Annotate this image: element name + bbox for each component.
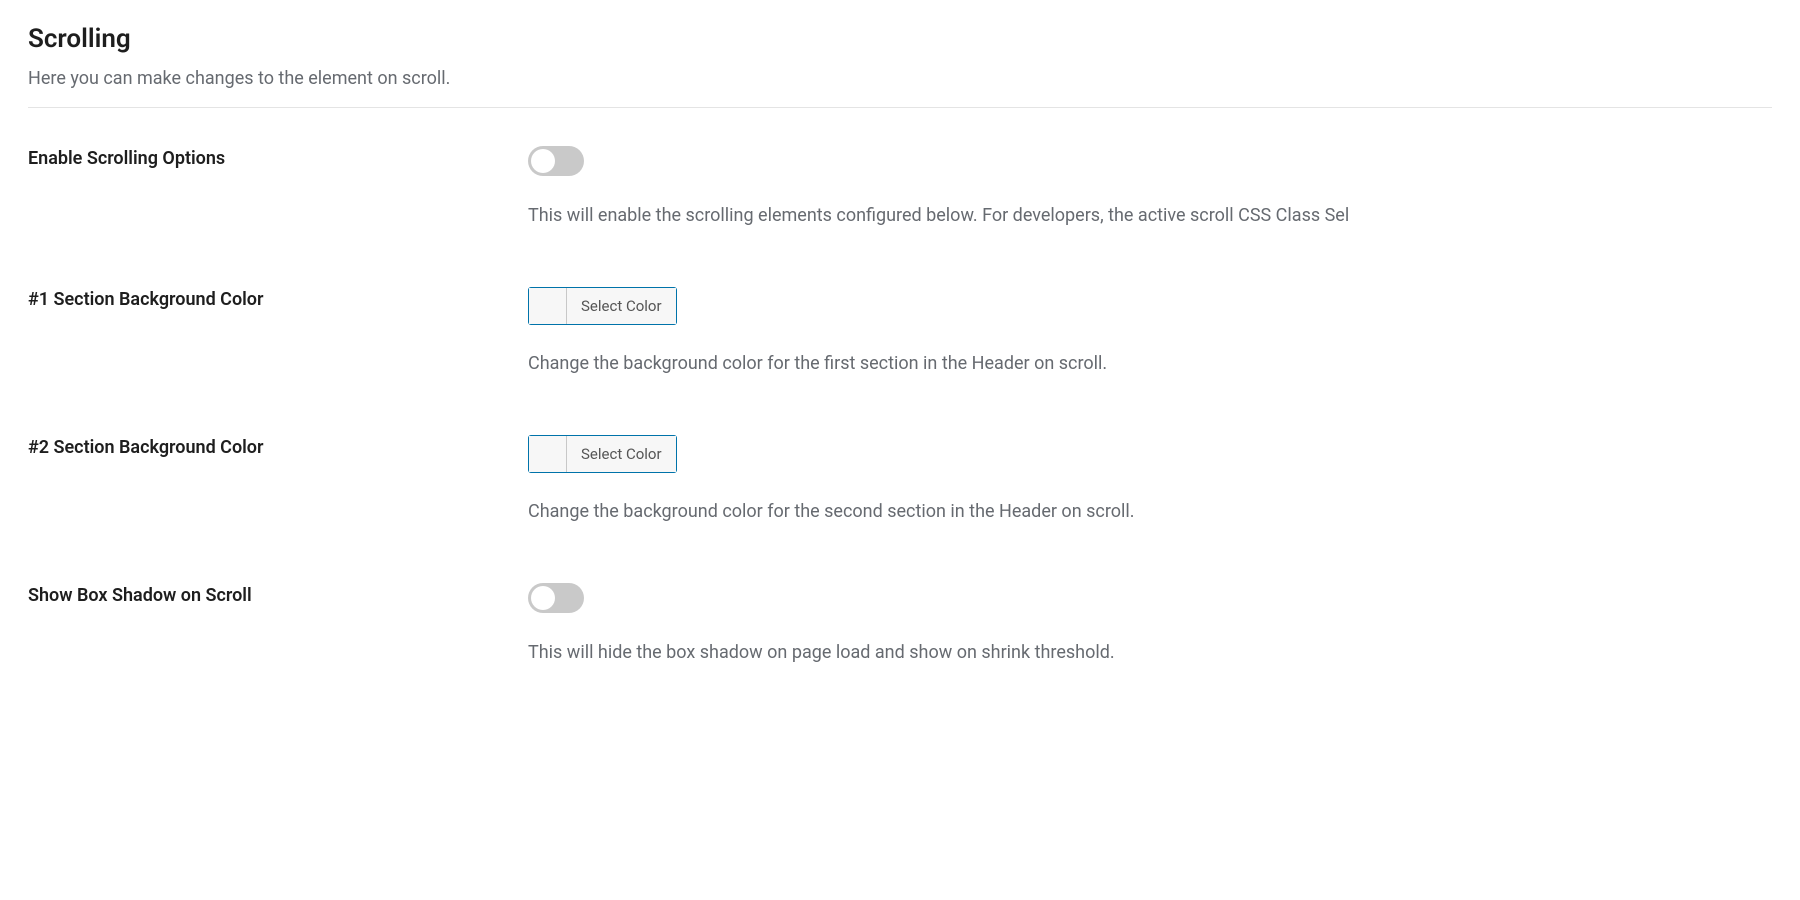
field-label-enable-scrolling: Enable Scrolling Options: [28, 146, 528, 169]
section2-bg-color-button[interactable]: Select Color: [528, 435, 677, 473]
color-swatch-icon: [529, 288, 567, 324]
field-description-box-shadow: This will hide the box shadow on page lo…: [528, 639, 1772, 666]
section-title: Scrolling: [28, 24, 1772, 54]
color-swatch-icon: [529, 436, 567, 472]
field-description-enable-scrolling: This will enable the scrolling elements …: [528, 202, 1772, 229]
field-description-section2-bg: Change the background color for the seco…: [528, 498, 1772, 525]
toggle-knob-icon: [531, 586, 555, 610]
color-button-label: Select Color: [567, 436, 676, 472]
color-button-label: Select Color: [567, 288, 676, 324]
toggle-knob-icon: [531, 149, 555, 173]
field-control-section1-bg: Select Color Change the background color…: [528, 287, 1772, 377]
enable-scrolling-toggle[interactable]: [528, 146, 584, 176]
field-control-enable-scrolling: This will enable the scrolling elements …: [528, 146, 1772, 229]
section-divider: [28, 107, 1772, 108]
section-subtitle: Here you can make changes to the element…: [28, 68, 1772, 89]
field-row-section1-bg: #1 Section Background Color Select Color…: [28, 287, 1772, 377]
box-shadow-toggle[interactable]: [528, 583, 584, 613]
field-label-section2-bg: #2 Section Background Color: [28, 435, 528, 458]
field-label-box-shadow: Show Box Shadow on Scroll: [28, 583, 528, 606]
section1-bg-color-button[interactable]: Select Color: [528, 287, 677, 325]
field-control-box-shadow: This will hide the box shadow on page lo…: [528, 583, 1772, 666]
field-row-box-shadow: Show Box Shadow on Scroll This will hide…: [28, 583, 1772, 666]
field-row-enable-scrolling: Enable Scrolling Options This will enabl…: [28, 146, 1772, 229]
field-label-section1-bg: #1 Section Background Color: [28, 287, 528, 310]
field-row-section2-bg: #2 Section Background Color Select Color…: [28, 435, 1772, 525]
field-description-section1-bg: Change the background color for the firs…: [528, 350, 1772, 377]
field-control-section2-bg: Select Color Change the background color…: [528, 435, 1772, 525]
